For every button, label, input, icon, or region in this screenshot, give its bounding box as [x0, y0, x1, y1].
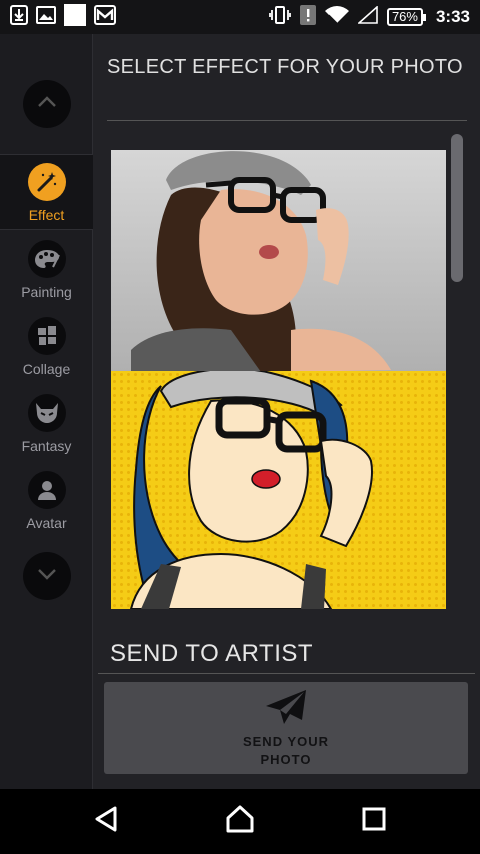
sidebar-item-label: Avatar	[26, 515, 67, 531]
scroll-down-button[interactable]	[23, 552, 71, 600]
original-photo[interactable]	[111, 150, 446, 372]
chevron-down-icon	[36, 567, 58, 586]
category-sidebar: Effect Painting Collage Fantasy Avatar	[0, 34, 93, 789]
divider	[98, 673, 475, 674]
magic-wand-icon	[27, 163, 66, 201]
paper-plane-icon	[264, 688, 308, 731]
gmail-icon	[94, 4, 116, 30]
send-button-label: SEND YOUR PHOTO	[242, 734, 330, 767]
main-content: SELECT EFFECT FOR YOUR PHOTO SEND TO ART…	[94, 34, 480, 789]
scrollbar[interactable]	[451, 134, 463, 282]
avatar-icon	[27, 471, 66, 509]
section-title-send: SEND TO ARTIST	[110, 640, 314, 667]
palette-icon	[27, 240, 66, 278]
scroll-up-button[interactable]	[23, 80, 71, 128]
blank-icon	[64, 3, 86, 31]
sidebar-item-fantasy[interactable]: Fantasy	[0, 386, 93, 462]
fantasy-mask-icon	[27, 394, 66, 432]
sidebar-item-label: Collage	[22, 361, 71, 377]
sidebar-item-label: Fantasy	[21, 438, 72, 454]
chevron-up-icon	[36, 95, 58, 114]
alert-icon	[299, 4, 316, 30]
clock: 3:33	[435, 7, 470, 26]
pop-art-effect-photo[interactable]	[111, 371, 446, 609]
image-icon	[36, 5, 56, 29]
signal-icon	[356, 4, 378, 29]
vibrate-icon	[269, 5, 291, 29]
wifi-icon	[324, 5, 349, 29]
recents-icon[interactable]	[361, 806, 387, 837]
battery-indicator: 76%	[386, 8, 427, 26]
sidebar-item-avatar[interactable]: Avatar	[0, 463, 93, 539]
page-title: SELECT EFFECT FOR YOUR PHOTO	[107, 56, 463, 78]
divider	[107, 120, 467, 121]
download-icon	[10, 4, 28, 30]
sidebar-item-collage[interactable]: Collage	[0, 309, 93, 385]
send-your-photo-button[interactable]: SEND YOUR PHOTO	[104, 682, 468, 774]
collage-icon	[27, 317, 66, 355]
status-bar: 76% 3:33	[0, 0, 480, 34]
back-icon[interactable]	[93, 805, 119, 838]
sidebar-item-label: Painting	[21, 284, 72, 300]
sidebar-item-painting[interactable]: Painting	[0, 232, 93, 308]
sidebar-item-label: Effect	[28, 207, 65, 223]
home-icon[interactable]	[225, 805, 255, 838]
sidebar-item-effect[interactable]: Effect	[0, 154, 93, 230]
navigation-bar	[0, 789, 480, 854]
